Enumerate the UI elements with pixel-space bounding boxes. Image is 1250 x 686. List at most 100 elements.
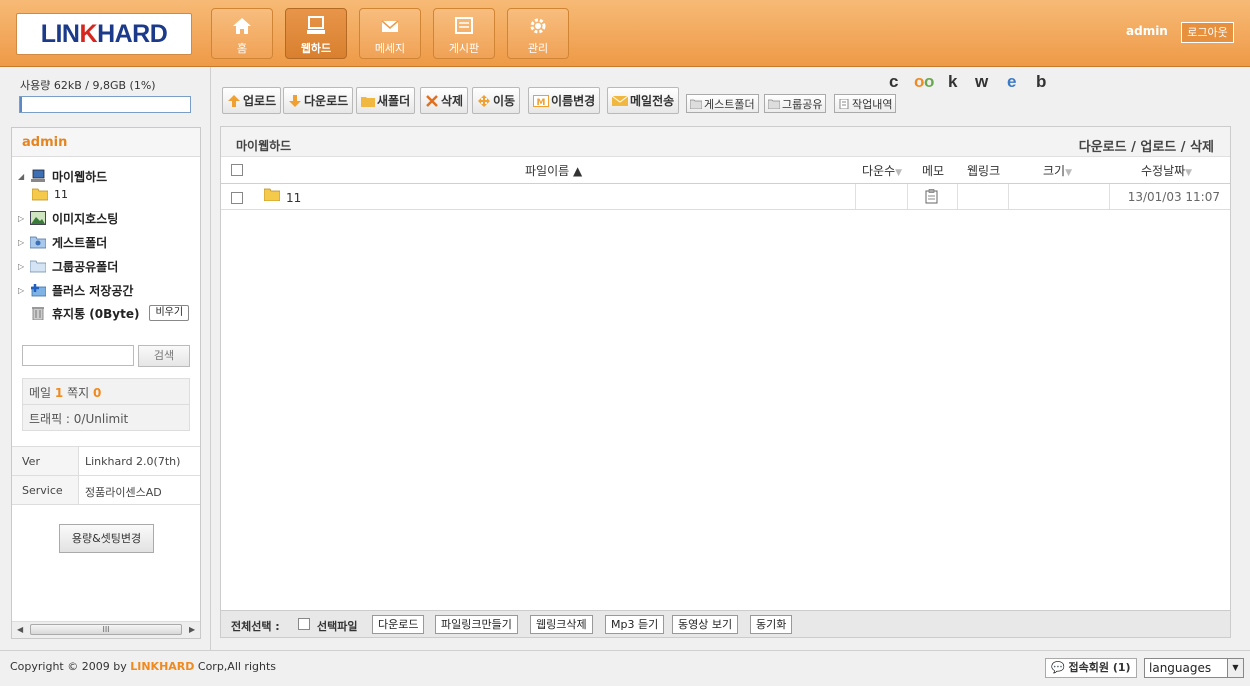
panel-title: 마이웹하드	[236, 139, 292, 153]
sidebar-search-input[interactable]	[22, 345, 134, 366]
my-webhard-icon	[31, 169, 45, 182]
column-divider	[855, 184, 856, 209]
tree-item-guest-folder[interactable]: ▷ 게스트폴더	[18, 232, 107, 252]
sidebar-username: admin	[12, 128, 200, 157]
tree-item-group-folder[interactable]: ▷ 그룹공유폴더	[18, 256, 118, 276]
mp3-listen-button[interactable]: Mp3 듣기	[605, 615, 665, 634]
row-checkbox[interactable]	[231, 192, 243, 204]
arrow-down-icon	[289, 94, 301, 107]
collapse-arrow-icon[interactable]: ▷	[18, 262, 28, 271]
video-view-button[interactable]: 동영상 보기	[672, 615, 739, 634]
select-all-label: 전체선택 :	[231, 620, 280, 633]
cookweb-letter-e: e	[1007, 72, 1017, 91]
scroll-thumb[interactable]: III	[30, 624, 182, 635]
tree-item-my-webhard[interactable]: ◢ 마이웹하드	[18, 166, 107, 186]
sort-triangle-icon: ▼	[1065, 168, 1073, 178]
move-arrows-icon	[478, 94, 490, 107]
select-all-checkbox[interactable]	[231, 164, 243, 176]
nav-admin-button[interactable]: 관리	[507, 8, 569, 59]
tree-item-folder-11[interactable]: 11	[32, 184, 68, 204]
file-table-header: 파일이름 ▲ 다운수▼ 메모 웹링크 크기▼ 수정날짜▼	[221, 157, 1230, 184]
bulk-action-bar: 전체선택 : 선택파일 다운로드 파일링크만들기 웹링크삭제 Mp3 듣기 동영…	[221, 610, 1230, 637]
arrow-up-icon	[228, 94, 240, 107]
folder-icon	[361, 96, 375, 107]
tree-item-image-hosting[interactable]: ▷ 이미지호스팅	[18, 208, 118, 228]
language-select[interactable]: languages ▼	[1144, 658, 1244, 678]
usage-progress-bar	[19, 96, 191, 113]
nav-webhard-button[interactable]: 웹하드	[285, 8, 347, 59]
delete-weblink-button[interactable]: 웹링크삭제	[530, 615, 593, 634]
nav-home-button[interactable]: 홈	[211, 8, 273, 59]
board-icon	[455, 17, 473, 34]
tree-item-plus-storage[interactable]: ▷ 플러스 저장공간	[18, 280, 133, 300]
panel-header: 마이웹하드 다운로드 / 업로드 / 삭제	[221, 127, 1230, 157]
sidebar-horizontal-scrollbar[interactable]: ◀ III ▶	[12, 621, 200, 638]
note-count[interactable]: 0	[93, 386, 101, 400]
column-modified[interactable]: 수정날짜▼	[1141, 162, 1192, 179]
cookweb-letter-c: c	[889, 72, 899, 91]
capacity-settings-button[interactable]: 용량&셋팅변경	[59, 524, 154, 553]
message-info-box: 메일 1 쪽지 0 트래픽 : 0/Unlimit	[22, 378, 190, 431]
make-file-link-button[interactable]: 파일링크만들기	[435, 615, 518, 634]
cookweb-letter-b: b	[1036, 72, 1047, 91]
collapse-arrow-icon[interactable]: ▷	[18, 214, 28, 223]
trash-icon	[32, 307, 44, 320]
folder-icon	[32, 188, 48, 201]
sync-button[interactable]: 동기화	[750, 615, 793, 634]
tree-item-trash[interactable]: 휴지통 (0Byte) 비우기	[30, 303, 190, 323]
group-share-button[interactable]: 그룹공유	[764, 94, 827, 113]
panel-quick-links[interactable]: 다운로드 / 업로드 / 삭제	[1079, 136, 1214, 155]
expand-arrow-icon[interactable]: ◢	[18, 172, 28, 181]
copyright-text: Copyright © 2009 by LINKHARD Corp,All ri…	[10, 660, 277, 673]
selected-files-label: 선택파일	[317, 620, 358, 633]
scroll-right-icon[interactable]: ▶	[189, 625, 195, 634]
collapse-arrow-icon[interactable]: ▷	[18, 238, 28, 247]
logout-button[interactable]: 로그아웃	[1181, 22, 1234, 43]
usage-text: 사용량 62kB / 9,8GB (1%)	[20, 79, 156, 92]
sidebar-search-button[interactable]: 검색	[138, 345, 190, 367]
online-members-button[interactable]: 💬 접속회원 (1)	[1045, 658, 1137, 678]
row-filename[interactable]: 11	[286, 191, 301, 205]
traffic-row: 트래픽 : 0/Unlimit	[29, 412, 129, 426]
bottom-select-all-checkbox[interactable]	[298, 618, 310, 630]
mail-note-row: 메일 1 쪽지 0	[23, 379, 189, 405]
send-email-button[interactable]: 메일전송	[607, 87, 680, 114]
svg-text:M: M	[537, 98, 546, 107]
top-header: LIN K HARD 홈 웹하드 메세지 게시판 관리 admin 로그아웃	[0, 0, 1250, 67]
cookweb-letter-w: w	[975, 72, 989, 91]
monitor-icon	[307, 16, 325, 34]
linkhard-logo[interactable]: LIN K HARD	[16, 13, 192, 55]
home-icon	[233, 18, 251, 34]
folder-icon	[264, 188, 280, 201]
group-folder-icon	[30, 260, 46, 273]
chevron-down-icon[interactable]: ▼	[1227, 659, 1243, 677]
history-doc-icon	[839, 98, 849, 109]
collapse-arrow-icon[interactable]: ▷	[18, 286, 28, 295]
guest-folder-icon	[30, 236, 46, 249]
table-row[interactable]: 11 13/01/03 11:07	[221, 184, 1230, 210]
column-size[interactable]: 크기▼	[1043, 162, 1072, 179]
file-panel: 마이웹하드 다운로드 / 업로드 / 삭제 파일이름 ▲ 다운수▼ 메모 웹링크…	[220, 126, 1231, 638]
nav-message-button[interactable]: 메세지	[359, 8, 421, 59]
version-table: Ver Linkhard 2.0(7th) Service 정품라이센스AD	[12, 446, 200, 505]
move-button[interactable]: 이동	[472, 87, 521, 114]
column-downloads[interactable]: 다운수▼	[862, 162, 902, 179]
download-button[interactable]: 다운로드	[283, 87, 354, 114]
column-divider	[957, 184, 958, 209]
scroll-left-icon[interactable]: ◀	[17, 625, 23, 634]
work-history-button[interactable]: 작업내역	[834, 94, 897, 113]
column-filename[interactable]: 파일이름 ▲	[525, 162, 582, 179]
nav-board-button[interactable]: 게시판	[433, 8, 495, 59]
memo-icon[interactable]	[925, 189, 938, 204]
usage-progress-fill	[20, 97, 22, 112]
envelope-icon	[612, 95, 628, 106]
empty-trash-button[interactable]: 비우기	[149, 305, 190, 321]
delete-button[interactable]: 삭제	[420, 87, 469, 114]
upload-button[interactable]: 업로드	[222, 87, 282, 114]
bulk-download-button[interactable]: 다운로드	[372, 615, 425, 634]
rename-button[interactable]: M 이름변경	[528, 87, 601, 114]
mail-count[interactable]: 1	[55, 386, 63, 400]
guest-folder-button[interactable]: 게스트폴더	[686, 94, 759, 113]
gear-icon	[530, 18, 546, 34]
new-folder-button[interactable]: 새폴더	[356, 87, 416, 114]
